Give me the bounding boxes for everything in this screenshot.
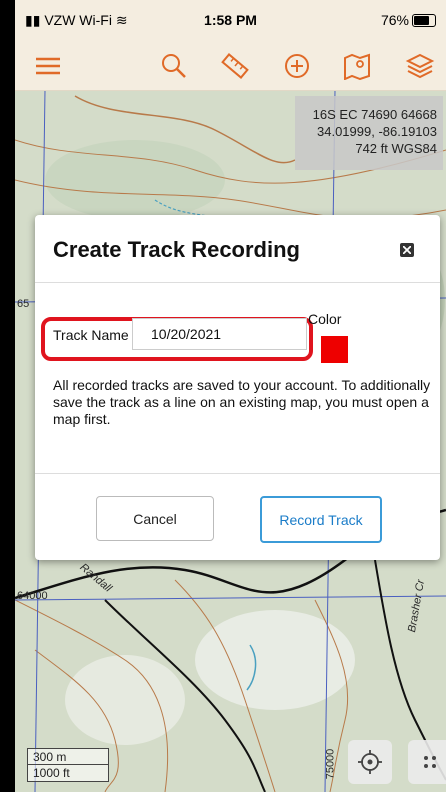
grid-label: 64000: [17, 590, 48, 602]
create-track-dialog: Create Track Recording Track Name 10/20/…: [35, 215, 440, 560]
cancel-button[interactable]: Cancel: [96, 496, 214, 541]
scale-imperial: 1000 ft: [27, 765, 109, 782]
info-message: All recorded tracks are saved to your ac…: [53, 377, 431, 427]
battery-icon: [412, 14, 436, 27]
locate-button[interactable]: [348, 740, 392, 784]
status-bar: ▮▮ VZW Wi-Fi ≋ 1:58 PM 76%: [15, 0, 446, 40]
toolbar: [15, 40, 446, 91]
layers-icon[interactable]: [403, 49, 437, 83]
close-icon[interactable]: [400, 243, 414, 257]
utm-coords: 16S EC 74690 64668: [312, 107, 437, 122]
dialog-title: Create Track Recording: [53, 237, 300, 262]
grid-label: 65: [17, 298, 30, 310]
record-track-button[interactable]: Record Track: [260, 496, 382, 543]
scale-metric: 300 m: [27, 748, 109, 765]
elevation-datum: 742 ft WGS84: [355, 141, 437, 156]
map-marker-icon[interactable]: [340, 49, 374, 83]
coordinate-readout: 16S EC 74690 64668 34.01999, -86.19103 7…: [295, 96, 443, 170]
add-icon[interactable]: [280, 49, 314, 83]
phone-screen: 65 64000 Randall Brasher Cr 75000 ▮▮ VZW…: [15, 0, 446, 792]
search-icon[interactable]: [157, 49, 191, 83]
latlon-coords: 34.01999, -86.19103: [317, 124, 437, 139]
color-label: Color: [308, 311, 342, 327]
more-button[interactable]: [408, 740, 446, 784]
color-swatch[interactable]: [321, 336, 348, 363]
track-name-input[interactable]: 10/20/2021: [132, 318, 307, 350]
divider: [35, 473, 440, 474]
battery-status: 76%: [381, 12, 436, 28]
ruler-icon[interactable]: [218, 49, 252, 83]
battery-label: 76%: [380, 12, 409, 28]
dots-grid-icon: [424, 756, 436, 768]
crosshair-icon: [358, 750, 382, 774]
menu-icon[interactable]: [31, 49, 65, 83]
grid-label: 75000: [324, 748, 337, 780]
scale-bar: 300 m 1000 ft: [27, 748, 109, 784]
track-name-label: Track Name: [53, 327, 129, 343]
divider: [35, 282, 440, 283]
